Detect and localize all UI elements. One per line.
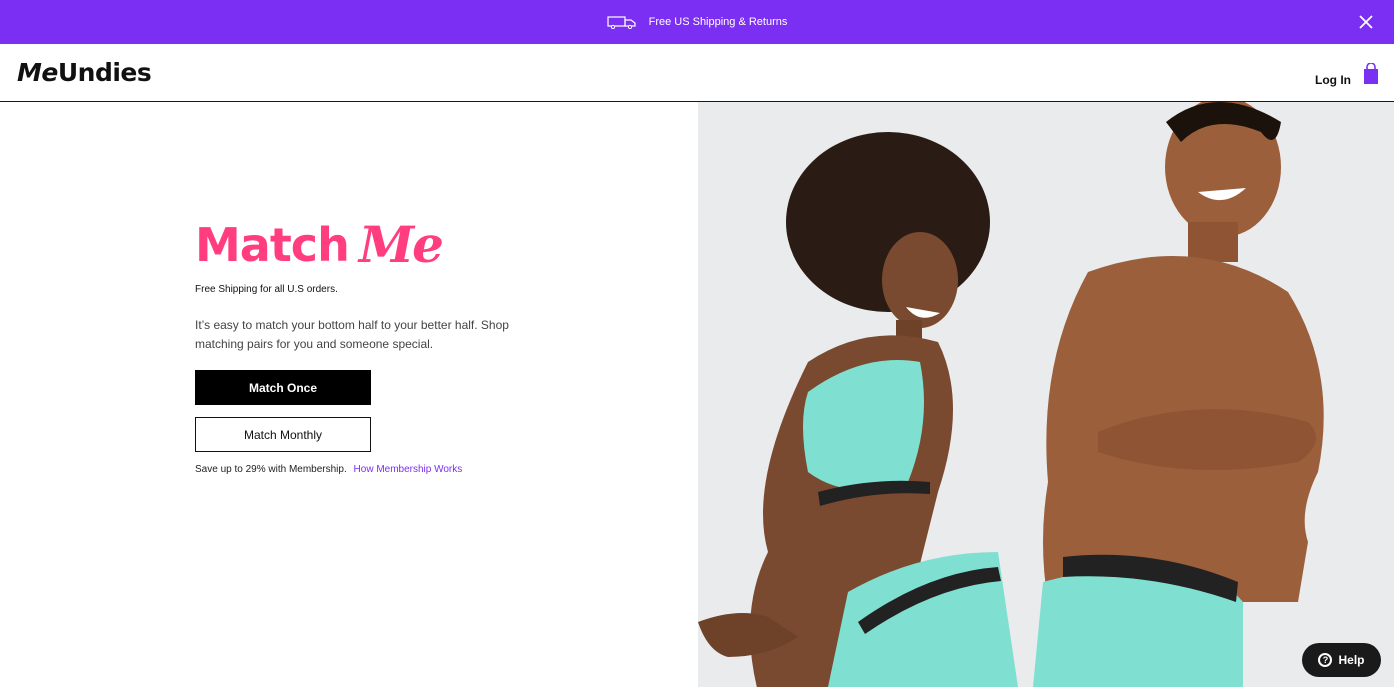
logo-undies: Undies <box>57 58 152 87</box>
question-icon: ? <box>1318 653 1333 667</box>
help-button[interactable]: ? Help <box>1302 643 1381 677</box>
promo-text: Free US Shipping & Returns <box>648 16 788 28</box>
membership-text: Save up to 29% with Membership. <box>195 464 347 475</box>
headline-me: Me <box>358 215 444 274</box>
promo-bar: Free US Shipping & Returns <box>0 0 1394 44</box>
login-link[interactable]: Log In <box>1315 73 1351 87</box>
shopping-bag-icon[interactable] <box>1362 63 1380 85</box>
meundies-logo[interactable]: MeUndies <box>17 58 152 87</box>
hero-description: It’s easy to match your bottom half to y… <box>195 318 509 351</box>
close-icon[interactable] <box>1356 12 1376 32</box>
how-membership-works-link[interactable]: How Membership Works <box>354 464 463 475</box>
site-header: MeUndies Log In <box>0 44 1394 102</box>
membership-note: Save up to 29% with Membership. How Memb… <box>195 464 462 475</box>
hero-photo <box>698 102 1394 687</box>
match-once-button[interactable]: Match Once <box>195 370 371 405</box>
truck-icon <box>606 16 636 29</box>
headline-match: Match <box>195 218 350 272</box>
help-label: Help <box>1338 653 1365 667</box>
logo-me: Me <box>17 58 58 87</box>
match-monthly-button[interactable]: Match Monthly <box>195 417 371 452</box>
shipping-note: Free Shipping for all U.S orders. <box>195 284 338 295</box>
match-me-headline: Match Me <box>195 215 444 274</box>
couple-photo-illustration <box>698 102 1324 687</box>
